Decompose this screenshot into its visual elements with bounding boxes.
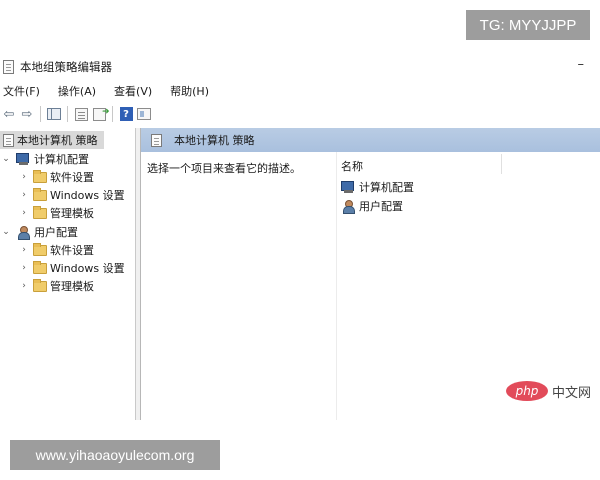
tree-item-label: Windows 设置 bbox=[50, 262, 125, 275]
minimize-button[interactable]: – bbox=[578, 57, 585, 72]
main-area: 本地计算机 策略 ⌄ 计算机配置 › 软件设置 › Windows 设置 › 管… bbox=[0, 128, 600, 420]
export-list-button[interactable] bbox=[90, 105, 110, 123]
export-icon bbox=[92, 107, 110, 121]
description-text: 选择一个项目来查看它的描述。 bbox=[147, 162, 301, 175]
tree-item-software-settings[interactable]: › 软件设置 bbox=[18, 241, 94, 259]
list-item-label: 计算机配置 bbox=[359, 181, 414, 194]
back-arrow-icon[interactable]: ⇦ bbox=[0, 105, 18, 123]
policy-document-icon bbox=[3, 60, 14, 74]
expand-chevron-icon[interactable]: ⌄ bbox=[0, 227, 12, 237]
list-item-user-config[interactable]: 用户配置 bbox=[341, 197, 403, 215]
menu-bar: 文件(F) 操作(A) 查看(V) 帮助(H) bbox=[0, 82, 223, 100]
user-icon bbox=[16, 225, 31, 240]
folder-icon bbox=[33, 242, 47, 256]
menu-action[interactable]: 操作(A) bbox=[54, 83, 100, 99]
watermark-bottom: www.yihaoaoyulecom.org bbox=[10, 440, 220, 470]
properties-button[interactable] bbox=[135, 105, 153, 123]
toolbar-separator bbox=[40, 106, 41, 122]
toolbar: ⇦ ⇨ ? bbox=[0, 104, 600, 124]
list-icon bbox=[74, 107, 88, 121]
show-hide-tree-button[interactable] bbox=[45, 105, 63, 123]
expand-chevron-icon[interactable]: › bbox=[18, 172, 30, 182]
help-button[interactable]: ? bbox=[117, 105, 135, 123]
tree-item-admin-templates[interactable]: › 管理模板 bbox=[18, 204, 94, 222]
window-title: 本地组策略编辑器 bbox=[20, 60, 112, 74]
expand-chevron-icon[interactable]: › bbox=[18, 281, 30, 291]
menu-view[interactable]: 查看(V) bbox=[110, 83, 156, 99]
policy-document-icon bbox=[3, 133, 14, 147]
column-divider bbox=[336, 152, 337, 420]
folder-icon bbox=[33, 205, 47, 219]
details-header-title: 本地计算机 策略 bbox=[174, 134, 255, 147]
details-pane: 本地计算机 策略 选择一个项目来查看它的描述。 名称 计算机配置 用户配置 bbox=[141, 128, 600, 420]
tree-item-admin-templates[interactable]: › 管理模板 bbox=[18, 277, 94, 295]
computer-icon bbox=[341, 180, 356, 194]
list-item-computer-config[interactable]: 计算机配置 bbox=[341, 178, 414, 196]
tree-item-user-config[interactable]: ⌄ 用户配置 bbox=[0, 223, 78, 241]
tree-item-label: 计算机配置 bbox=[34, 153, 89, 166]
folder-icon bbox=[33, 278, 47, 292]
tree-item-label: 软件设置 bbox=[50, 244, 94, 257]
title-bar: 本地组策略编辑器 – bbox=[0, 56, 600, 78]
brand-site-text: 中文网 bbox=[552, 385, 592, 401]
menu-file[interactable]: 文件(F) bbox=[0, 83, 44, 99]
computer-icon bbox=[16, 152, 31, 166]
list-view-button[interactable] bbox=[72, 105, 90, 123]
tree-item-label: 用户配置 bbox=[34, 226, 78, 239]
column-header-name[interactable]: 名称 bbox=[341, 158, 363, 174]
php-brand-logo: php 中文网 bbox=[506, 381, 591, 401]
expand-chevron-icon[interactable]: › bbox=[18, 263, 30, 273]
help-icon: ? bbox=[119, 107, 133, 121]
tree-item-label: 本地计算机 策略 bbox=[17, 134, 98, 147]
tree-item-software-settings[interactable]: › 软件设置 bbox=[18, 168, 94, 186]
folder-icon bbox=[33, 260, 47, 274]
forward-arrow-icon[interactable]: ⇨ bbox=[18, 105, 36, 123]
php-logo-icon: php bbox=[506, 381, 548, 401]
console-tree: 本地计算机 策略 ⌄ 计算机配置 › 软件设置 › Windows 设置 › 管… bbox=[0, 128, 136, 420]
tree-item-local-computer-policy[interactable]: 本地计算机 策略 bbox=[0, 131, 104, 149]
folder-icon bbox=[33, 169, 47, 183]
expand-chevron-icon[interactable]: › bbox=[18, 245, 30, 255]
expand-chevron-icon[interactable]: › bbox=[18, 190, 30, 200]
tree-item-label: Windows 设置 bbox=[50, 189, 125, 202]
tree-item-computer-config[interactable]: ⌄ 计算机配置 bbox=[0, 150, 89, 168]
tree-item-label: 管理模板 bbox=[50, 207, 94, 220]
policy-document-icon bbox=[151, 133, 162, 147]
list-item-label: 用户配置 bbox=[359, 200, 403, 213]
tree-item-windows-settings[interactable]: › Windows 设置 bbox=[18, 186, 125, 204]
console-tree-icon bbox=[47, 108, 61, 120]
tree-item-label: 管理模板 bbox=[50, 280, 94, 293]
toolbar-separator bbox=[112, 106, 113, 122]
menu-help[interactable]: 帮助(H) bbox=[166, 83, 213, 99]
user-icon bbox=[341, 199, 356, 214]
properties-icon bbox=[137, 108, 151, 120]
tree-item-label: 软件设置 bbox=[50, 171, 94, 184]
toolbar-separator bbox=[67, 106, 68, 122]
expand-chevron-icon[interactable]: ⌄ bbox=[0, 154, 12, 164]
watermark-top: TG: MYYJJPP bbox=[466, 10, 590, 40]
expand-chevron-icon[interactable]: › bbox=[18, 208, 30, 218]
tree-item-windows-settings[interactable]: › Windows 设置 bbox=[18, 259, 125, 277]
folder-icon bbox=[33, 187, 47, 201]
details-header: 本地计算机 策略 bbox=[141, 128, 600, 152]
column-header-separator[interactable] bbox=[501, 154, 502, 174]
